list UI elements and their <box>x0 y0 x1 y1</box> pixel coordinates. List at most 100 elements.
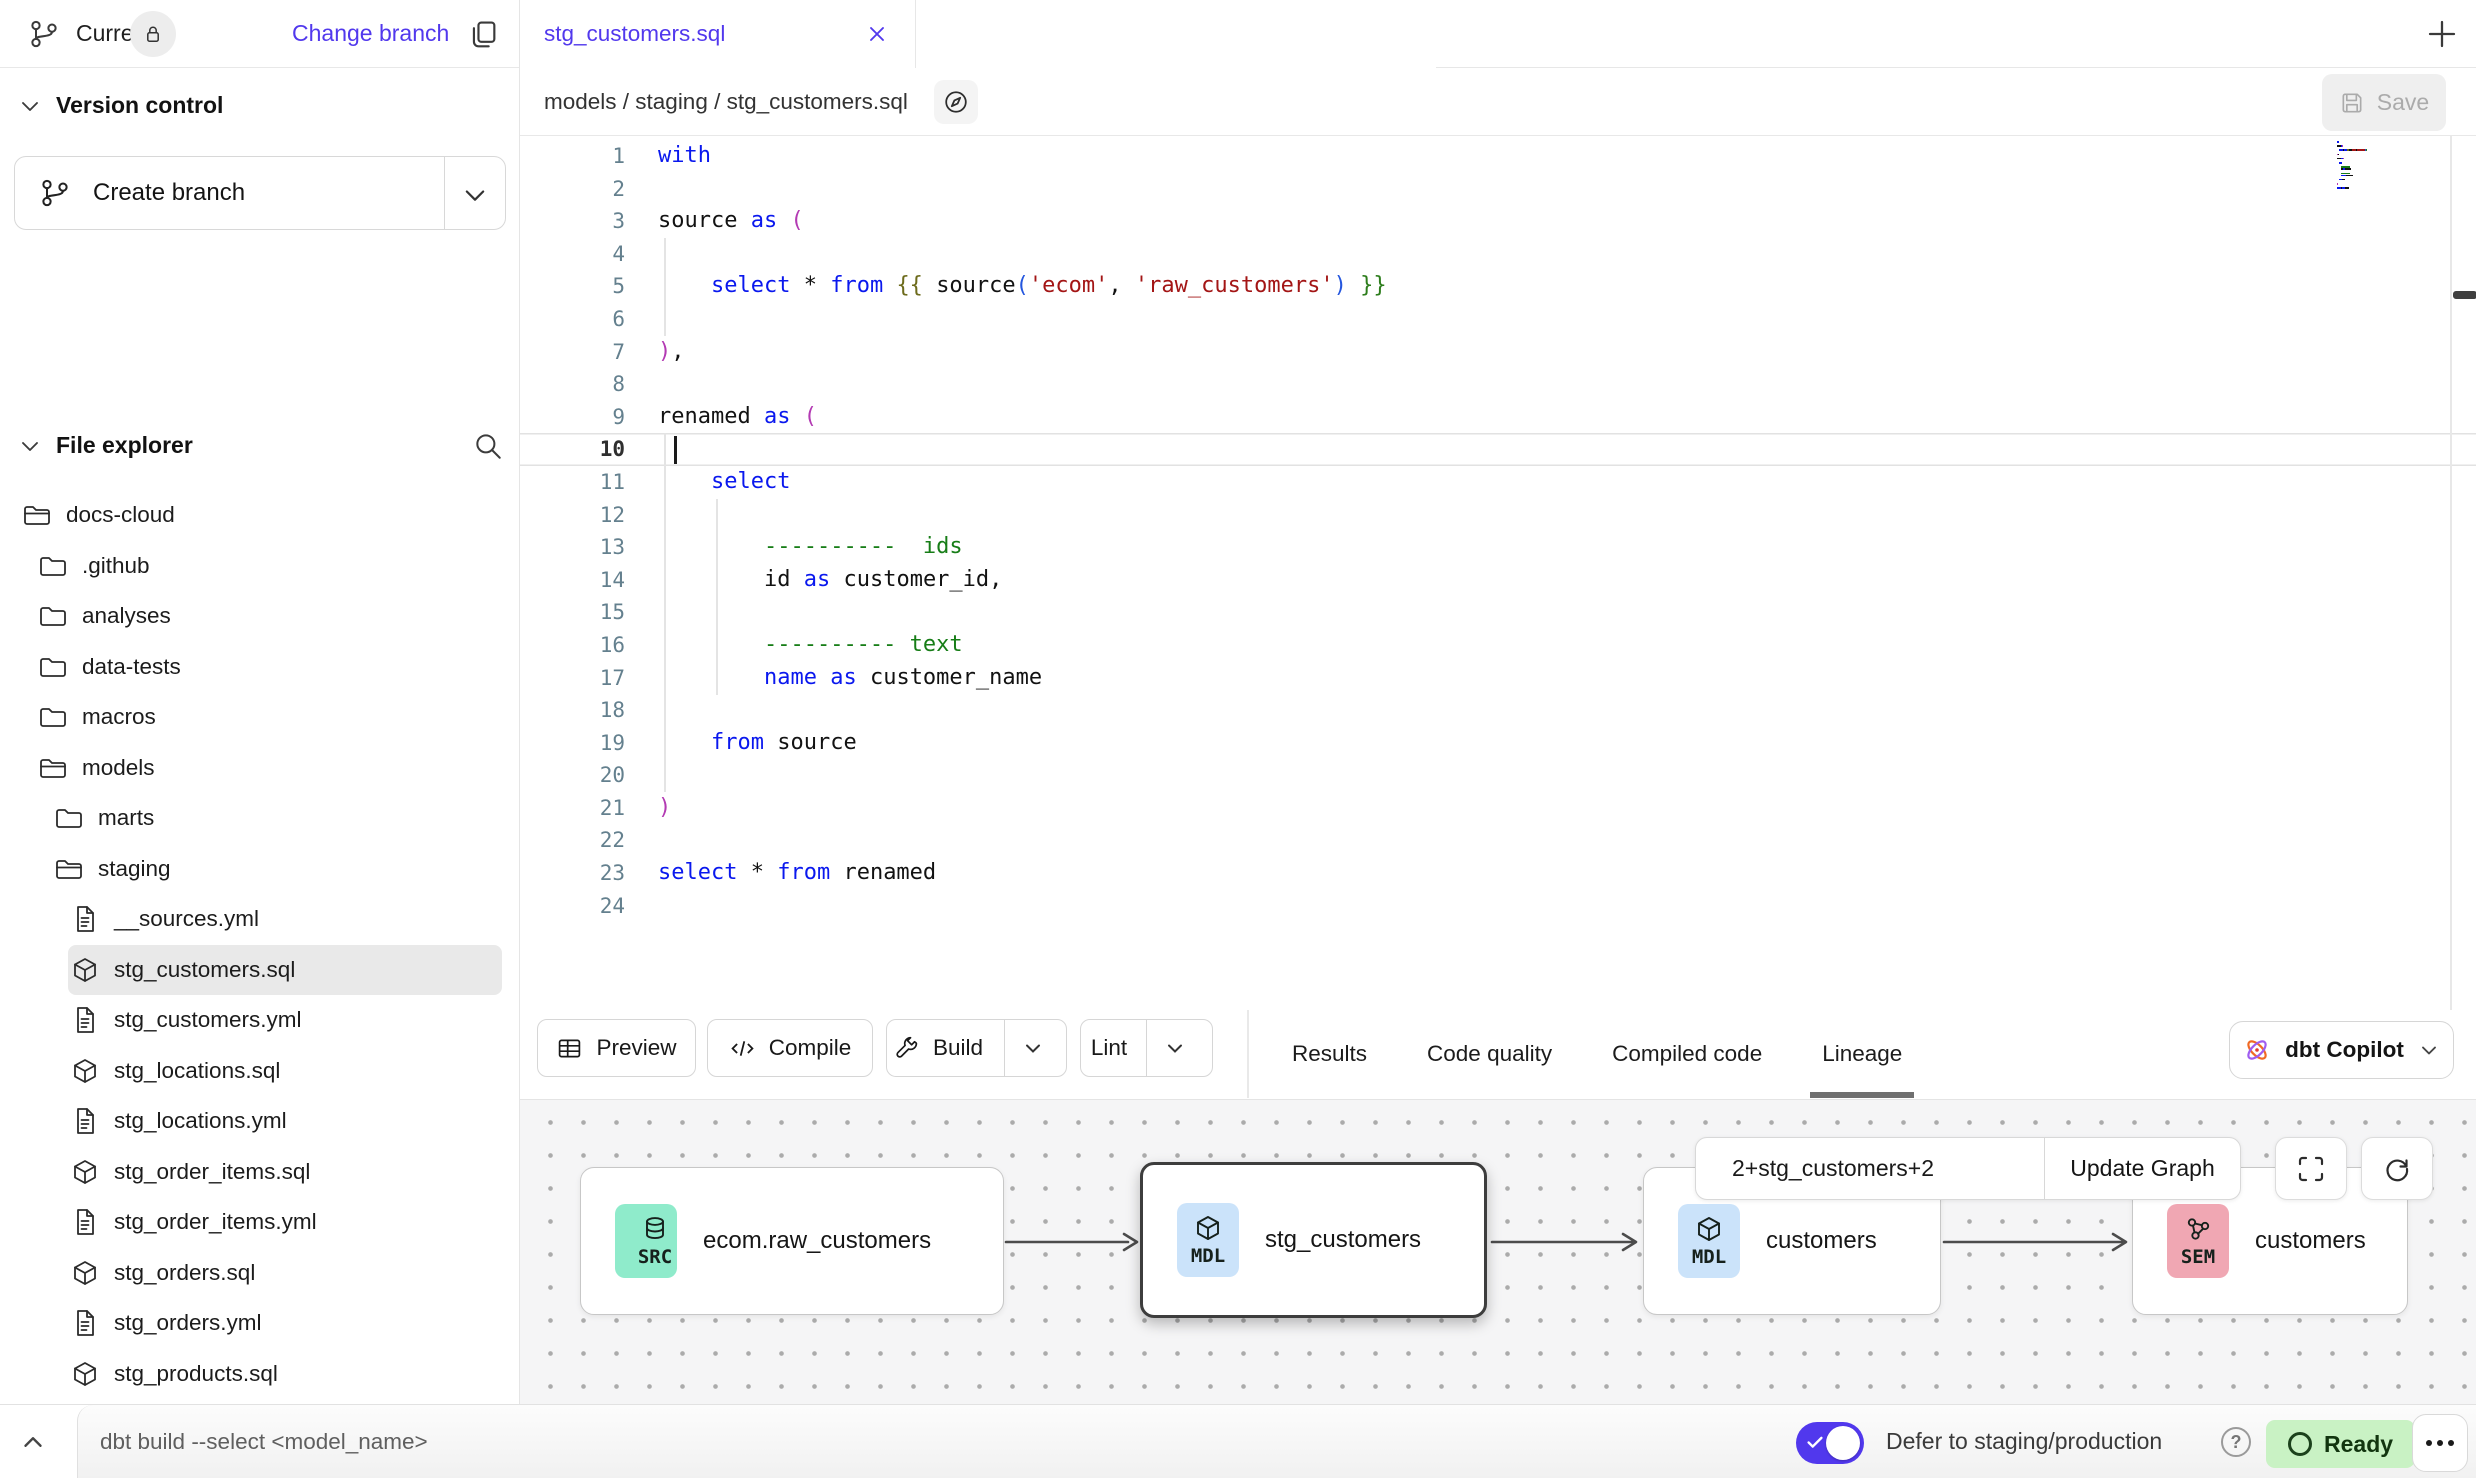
tab-stg-customers-sql[interactable]: stg_customers.sql <box>520 0 916 68</box>
code-line-1[interactable]: 1with <box>520 140 2476 173</box>
explorer-item-stg-order-items-sql[interactable]: stg_order_items.sql <box>0 1147 520 1198</box>
more-menu-button[interactable] <box>2412 1414 2468 1472</box>
scrollbar-thumb[interactable] <box>2453 291 2476 299</box>
explorer-item-github[interactable]: .github <box>0 541 520 592</box>
explorer-item-stg-customers-sql[interactable]: stg_customers.sql <box>0 945 520 996</box>
explorer-item-data-tests[interactable]: data-tests <box>0 642 520 693</box>
code-line-23[interactable]: 23select * from renamed <box>520 857 2476 890</box>
compile-label: Compile <box>769 1035 852 1061</box>
build-dropdown[interactable] <box>1004 1020 1060 1076</box>
code-line-6[interactable]: 6 <box>520 303 2476 336</box>
chevron-down-icon[interactable] <box>461 181 489 209</box>
explorer-item-stg-products-sql[interactable]: stg_products.sql <box>0 1349 520 1400</box>
split-divider <box>444 157 445 229</box>
lineage-panel[interactable]: SRC ecom.raw_customers MDL stg_customers… <box>520 1100 2476 1404</box>
change-branch-link[interactable]: Change branch <box>292 20 449 47</box>
indent-guide <box>664 433 666 792</box>
minimap[interactable] <box>2337 141 2427 199</box>
code-line-12[interactable]: 12 <box>520 499 2476 532</box>
search-icon[interactable] <box>472 430 504 462</box>
code-line-5[interactable]: 5 select * from {{ source('ecom', 'raw_c… <box>520 270 2476 303</box>
explorer-item-marts[interactable]: marts <box>0 793 520 844</box>
code-line-15[interactable]: 15 <box>520 596 2476 629</box>
command-input[interactable] <box>100 1405 1000 1478</box>
code-line-13[interactable]: 13 ---------- ids <box>520 531 2476 564</box>
lineage-node-stg-customers[interactable]: MDL stg_customers <box>1140 1162 1487 1318</box>
line-number: 17 <box>520 662 640 695</box>
explorer-item-label: stg_customers.yml <box>114 1007 302 1033</box>
save-button[interactable]: Save <box>2322 74 2446 131</box>
chevron-up-icon[interactable] <box>18 1427 48 1457</box>
build-button[interactable]: Build <box>886 1019 1067 1077</box>
toolbar-separator <box>1247 1010 1249 1098</box>
explorer-item-stg-customers-yml[interactable]: stg_customers.yml <box>0 995 520 1046</box>
explorer-item-stg-order-items-yml[interactable]: stg_order_items.yml <box>0 1197 520 1248</box>
model-badge: MDL <box>1678 1204 1740 1278</box>
refresh-button[interactable] <box>2361 1137 2433 1200</box>
explorer-item-macros[interactable]: macros <box>0 692 520 743</box>
folder-icon <box>54 803 84 833</box>
help-icon[interactable]: ? <box>2221 1427 2251 1457</box>
code-line-24[interactable]: 24 <box>520 890 2476 923</box>
update-graph-button[interactable]: Update Graph <box>2044 1138 2240 1199</box>
compile-button[interactable]: Compile <box>707 1019 873 1077</box>
create-branch-button[interactable]: Create branch <box>14 156 506 230</box>
code-editor[interactable]: 1with23source as (45 select * from {{ so… <box>520 136 2476 1010</box>
lint-button[interactable]: Lint <box>1080 1019 1213 1077</box>
code-text: id as customer_id, <box>640 564 1002 597</box>
explorer-item-stg-locations-yml[interactable]: stg_locations.yml <box>0 1096 520 1147</box>
lineage-node-source[interactable]: SRC ecom.raw_customers <box>580 1167 1004 1315</box>
file-explorer-header[interactable]: File explorer <box>18 432 193 459</box>
code-line-8[interactable]: 8 <box>520 368 2476 401</box>
code-line-7[interactable]: 7), <box>520 336 2476 369</box>
explorer-item-stg-orders-sql[interactable]: stg_orders.sql <box>0 1248 520 1299</box>
explorer-item-analyses[interactable]: analyses <box>0 591 520 642</box>
code-line-16[interactable]: 16 ---------- text <box>520 629 2476 662</box>
code-line-3[interactable]: 3source as ( <box>520 205 2476 238</box>
lineage-compass-button[interactable] <box>934 80 978 124</box>
explorer-item-staging[interactable]: staging <box>0 844 520 895</box>
code-line-9[interactable]: 9renamed as ( <box>520 401 2476 434</box>
code-text: source as ( <box>640 205 804 238</box>
lineage-selector-input[interactable] <box>1696 1138 2044 1199</box>
code-line-21[interactable]: 21) <box>520 792 2476 825</box>
dbt-copilot-button[interactable]: dbt Copilot <box>2229 1021 2454 1079</box>
code-line-19[interactable]: 19 from source <box>520 727 2476 760</box>
explorer-item-models[interactable]: models <box>0 743 520 794</box>
panel-tab-compiled-code[interactable]: Compiled code <box>1612 1010 1762 1098</box>
explorer-item-stg-locations-sql[interactable]: stg_locations.sql <box>0 1046 520 1097</box>
line-number: 5 <box>520 270 640 303</box>
explorer-item-stg-orders-yml[interactable]: stg_orders.yml <box>0 1298 520 1349</box>
panel-tab-lineage[interactable]: Lineage <box>1822 1010 1902 1098</box>
code-line-17[interactable]: 17 name as customer_name <box>520 662 2476 695</box>
lineage-filter-bar: Update Graph <box>1695 1137 2241 1200</box>
defer-toggle[interactable] <box>1796 1422 1864 1464</box>
panel-tabs: Results Code quality Compiled code Lineage <box>1292 1010 1902 1098</box>
code-line-20[interactable]: 20 <box>520 759 2476 792</box>
panel-tab-code-quality[interactable]: Code quality <box>1427 1010 1552 1098</box>
code-line-10[interactable]: 10 <box>520 433 2476 466</box>
explorer-item-sources-yml[interactable]: __sources.yml <box>0 894 520 945</box>
panel-tab-results[interactable]: Results <box>1292 1010 1367 1098</box>
copy-icon[interactable] <box>466 18 500 52</box>
line-number: 11 <box>520 466 640 499</box>
minimap-line <box>2337 141 2339 143</box>
status-text: Ready <box>2324 1431 2393 1458</box>
explorer-item-docs-cloud[interactable]: docs-cloud <box>0 490 520 541</box>
explorer-item-label: docs-cloud <box>66 502 175 528</box>
code-line-11[interactable]: 11 select <box>520 466 2476 499</box>
lint-dropdown[interactable] <box>1146 1020 1202 1076</box>
folder-open-icon <box>22 500 52 530</box>
explorer-item-label: analyses <box>82 603 171 629</box>
preview-button[interactable]: Preview <box>537 1019 696 1077</box>
new-tab-button[interactable] <box>2424 16 2460 52</box>
code-line-14[interactable]: 14 id as customer_id, <box>520 564 2476 597</box>
close-icon[interactable] <box>865 22 889 46</box>
version-control-header[interactable]: Version control <box>18 92 223 119</box>
code-line-18[interactable]: 18 <box>520 694 2476 727</box>
code-line-2[interactable]: 2 <box>520 173 2476 206</box>
fullscreen-button[interactable] <box>2275 1137 2347 1200</box>
code-line-22[interactable]: 22 <box>520 824 2476 857</box>
code-line-4[interactable]: 4 <box>520 238 2476 271</box>
branch-lock-badge <box>130 11 176 57</box>
